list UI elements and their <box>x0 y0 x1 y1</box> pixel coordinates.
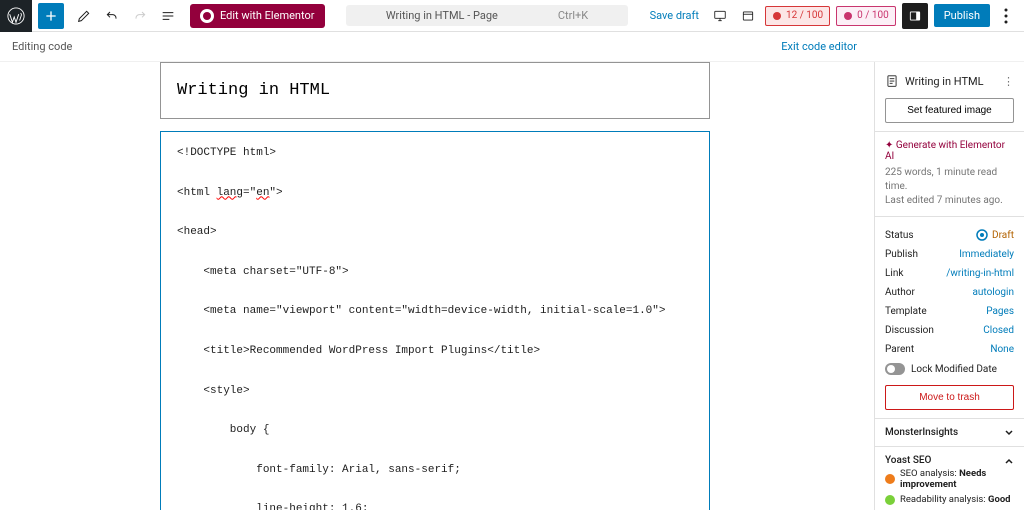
redo-icon[interactable] <box>126 2 154 30</box>
elementor-ai-link[interactable]: Generate with Elementor AI <box>885 140 1014 162</box>
desktop-preview-icon[interactable] <box>709 5 731 27</box>
page-title-input[interactable] <box>177 81 693 100</box>
more-menu-icon[interactable] <box>996 8 1016 24</box>
lock-date-toggle[interactable]: Lock Modified Date <box>885 359 1014 379</box>
publish-button[interactable]: Publish <box>934 4 990 27</box>
title-input-box[interactable] <box>160 62 710 119</box>
chevron-down-icon <box>1004 428 1014 438</box>
elementor-label: Edit with Elementor <box>220 9 315 22</box>
seo-analysis-row[interactable]: SEO analysis: Needs improvement <box>885 466 1014 492</box>
readability-analysis-row[interactable]: Readability analysis: Good <box>885 492 1014 507</box>
seo-score-text: 12 / 100 <box>786 10 823 21</box>
edit-icon[interactable] <box>70 2 98 30</box>
author-row[interactable]: Authorautologin <box>885 283 1014 302</box>
save-draft-link[interactable]: Save draft <box>650 9 699 22</box>
parent-row[interactable]: ParentNone <box>885 340 1014 359</box>
discussion-row[interactable]: DiscussionClosed <box>885 321 1014 340</box>
list-view-icon[interactable] <box>154 2 182 30</box>
monsterinsights-panel[interactable]: MonsterInsights <box>885 427 1014 438</box>
code-content[interactable]: <!DOCTYPE html> <html lang="en"> <head> … <box>177 144 693 510</box>
toggle-icon[interactable] <box>885 363 905 375</box>
shortcut-hint: Ctrl+K <box>558 9 588 22</box>
publish-row[interactable]: PublishImmediately <box>885 245 1014 264</box>
elementor-icon <box>200 9 214 23</box>
featured-image-button[interactable]: Set featured image <box>885 98 1014 123</box>
code-editor[interactable]: <!DOCTYPE html> <html lang="en"> <head> … <box>160 131 710 510</box>
readability-score-badge[interactable]: 0 / 100 <box>836 6 896 26</box>
seo-score-badge[interactable]: 12 / 100 <box>765 6 830 26</box>
link-row[interactable]: Link/writing-in-html <box>885 264 1014 283</box>
doc-label: Writing in HTML <box>905 75 984 88</box>
undo-icon[interactable] <box>98 2 126 30</box>
page-icon <box>885 74 899 88</box>
wordpress-logo[interactable] <box>0 0 32 32</box>
seo-status-dot <box>885 474 895 484</box>
settings-toggle-icon[interactable] <box>902 3 928 29</box>
meta-info: 225 words, 1 minute read time. Last edit… <box>885 166 1014 208</box>
view-icon[interactable] <box>737 5 759 27</box>
chevron-up-icon <box>1004 456 1014 466</box>
readability-status-dot <box>885 495 895 505</box>
status-icon <box>976 229 988 241</box>
trash-button[interactable]: Move to trash <box>885 385 1014 410</box>
readability-score-text: 0 / 100 <box>857 10 889 21</box>
template-row[interactable]: TemplatePages <box>885 302 1014 321</box>
document-title-bar[interactable]: Writing in HTML - Page Ctrl+K <box>346 5 628 26</box>
elementor-button[interactable]: Edit with Elementor <box>190 4 325 28</box>
yoast-panel[interactable]: Yoast SEO <box>885 455 1014 466</box>
exit-code-editor-link[interactable]: Exit code editor <box>781 40 857 53</box>
status-row[interactable]: Status Draft <box>885 225 1014 245</box>
add-block-button[interactable] <box>38 3 64 29</box>
doc-title-text: Writing in HTML - Page <box>386 9 498 22</box>
doc-more-icon[interactable]: ⋮ <box>1003 75 1014 88</box>
editing-mode-label: Editing code <box>12 40 72 53</box>
